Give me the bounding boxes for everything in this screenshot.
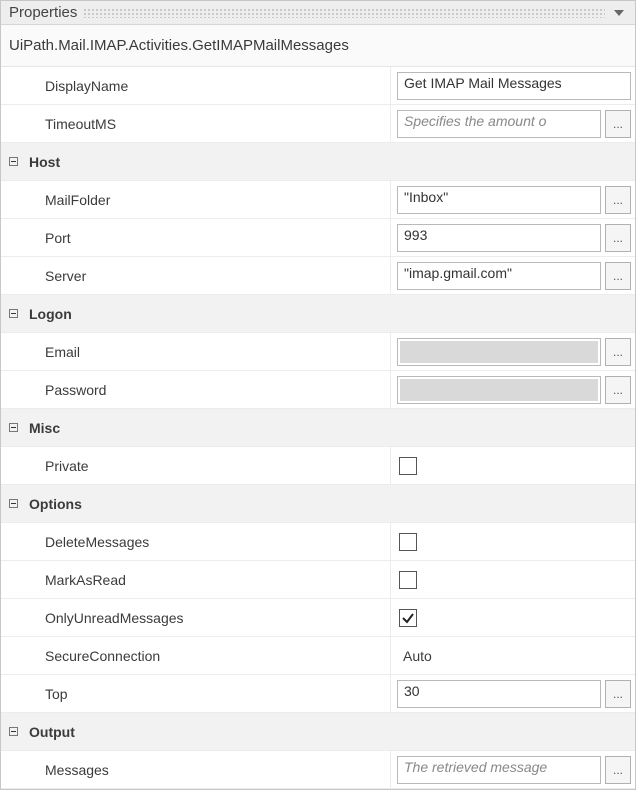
collapse-icon [9, 157, 18, 166]
label-server: Server [25, 257, 390, 294]
label-messages: Messages [25, 751, 390, 788]
section-logon-title: Logon [25, 295, 390, 332]
section-misc-title: Misc [25, 409, 390, 446]
row-email: Email ... [1, 333, 635, 371]
panel-menu-button[interactable] [611, 5, 627, 21]
checkmark-icon [401, 611, 415, 625]
properties-panel: Properties UiPath.Mail.IMAP.Activities.G… [0, 0, 636, 790]
label-mail-folder: MailFolder [25, 181, 390, 218]
expand-timeout-ms[interactable]: ... [605, 110, 631, 138]
row-timeout-ms: TimeoutMS Specifies the amount o ... [1, 105, 635, 143]
chevron-down-icon [614, 10, 624, 16]
input-server[interactable]: "imap.gmail.com" [397, 262, 601, 290]
expand-messages[interactable]: ... [605, 756, 631, 784]
section-output[interactable]: Output [1, 713, 635, 751]
row-secure-connection: SecureConnection Auto [1, 637, 635, 675]
checkbox-delete-messages[interactable] [399, 533, 417, 551]
checkbox-private[interactable] [399, 457, 417, 475]
label-secure-connection: SecureConnection [25, 637, 390, 674]
section-output-title: Output [25, 713, 390, 750]
label-port: Port [25, 219, 390, 256]
row-messages: Messages The retrieved message ... [1, 751, 635, 789]
label-top: Top [25, 675, 390, 712]
label-mark-as-read: MarkAsRead [25, 561, 390, 598]
label-private: Private [25, 447, 390, 484]
row-port: Port 993 ... [1, 219, 635, 257]
section-options[interactable]: Options [1, 485, 635, 523]
panel-grip [83, 8, 605, 18]
section-misc[interactable]: Misc [1, 409, 635, 447]
collapse-icon [9, 499, 18, 508]
input-mail-folder[interactable]: "Inbox" [397, 186, 601, 214]
expand-email[interactable]: ... [605, 338, 631, 366]
checkbox-only-unread-messages[interactable] [399, 609, 417, 627]
panel-header: Properties [1, 1, 635, 25]
checkbox-mark-as-read[interactable] [399, 571, 417, 589]
collapse-icon [9, 423, 18, 432]
row-server: Server "imap.gmail.com" ... [1, 257, 635, 295]
section-host[interactable]: Host [1, 143, 635, 181]
label-display-name: DisplayName [25, 67, 390, 104]
input-port[interactable]: 993 [397, 224, 601, 252]
section-host-title: Host [25, 143, 390, 180]
properties-grid: DisplayName Get IMAP Mail Messages Timeo… [1, 67, 635, 789]
row-private: Private [1, 447, 635, 485]
row-mark-as-read: MarkAsRead [1, 561, 635, 599]
row-delete-messages: DeleteMessages [1, 523, 635, 561]
input-messages[interactable]: The retrieved message [397, 756, 601, 784]
label-timeout-ms: TimeoutMS [25, 105, 390, 142]
collapse-icon [9, 309, 18, 318]
row-top: Top 30 ... [1, 675, 635, 713]
activity-full-name: UiPath.Mail.IMAP.Activities.GetIMAPMailM… [1, 25, 635, 67]
section-options-title: Options [25, 485, 390, 522]
label-email: Email [25, 333, 390, 370]
expand-mail-folder[interactable]: ... [605, 186, 631, 214]
input-email[interactable] [397, 338, 601, 366]
row-password: Password ... [1, 371, 635, 409]
expand-password[interactable]: ... [605, 376, 631, 404]
input-display-name[interactable]: Get IMAP Mail Messages [397, 72, 631, 100]
input-timeout-ms[interactable]: Specifies the amount o [397, 110, 601, 138]
label-password: Password [25, 371, 390, 408]
expand-server[interactable]: ... [605, 262, 631, 290]
row-display-name: DisplayName Get IMAP Mail Messages [1, 67, 635, 105]
value-secure-connection[interactable]: Auto [397, 648, 432, 664]
panel-title: Properties [9, 4, 77, 21]
row-only-unread-messages: OnlyUnreadMessages [1, 599, 635, 637]
expand-top[interactable]: ... [605, 680, 631, 708]
label-only-unread-messages: OnlyUnreadMessages [25, 599, 390, 636]
section-logon[interactable]: Logon [1, 295, 635, 333]
label-delete-messages: DeleteMessages [25, 523, 390, 560]
expand-port[interactable]: ... [605, 224, 631, 252]
collapse-icon [9, 727, 18, 736]
input-top[interactable]: 30 [397, 680, 601, 708]
input-password[interactable] [397, 376, 601, 404]
row-mail-folder: MailFolder "Inbox" ... [1, 181, 635, 219]
